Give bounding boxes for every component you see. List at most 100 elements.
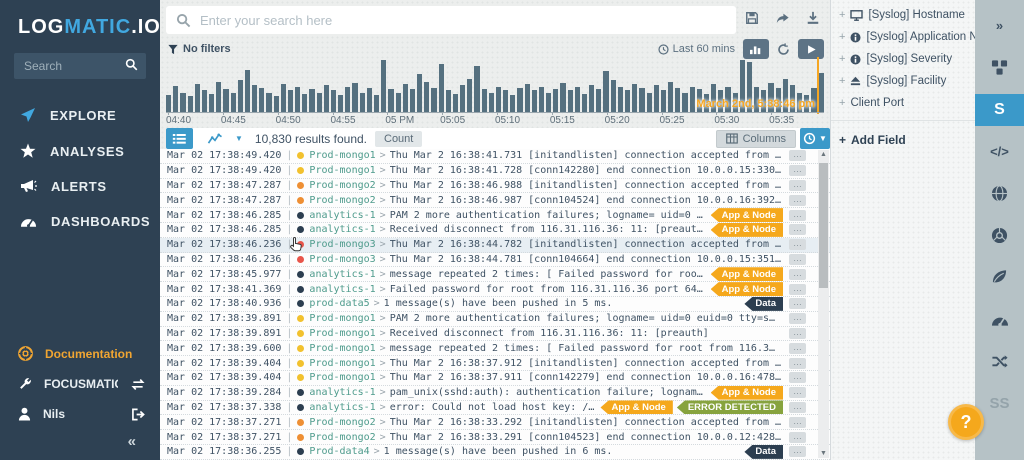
log-row[interactable]: Mar 02 17:38:46.285|analytics-1>Received… <box>160 223 830 238</box>
shuffle-icon[interactable] <box>975 344 1024 378</box>
share-icon[interactable] <box>775 11 790 25</box>
log-row[interactable]: Mar 02 17:38:47.287|Prod-mongo2>Thu Mar … <box>160 193 830 208</box>
log-row[interactable]: Mar 02 17:38:46.236|Prod-mongo3>Thu Mar … <box>160 253 830 268</box>
query-input[interactable] <box>200 13 726 28</box>
time-range-selector[interactable]: Last 60 mins <box>658 43 735 55</box>
list-view-button[interactable] <box>166 128 193 149</box>
log-source[interactable]: Prod-mongo1 <box>309 328 375 339</box>
collapse-sidebar-icon[interactable]: « <box>0 429 160 450</box>
row-more-button[interactable]: … <box>789 150 806 161</box>
log-source[interactable]: Prod-data4 <box>309 446 369 457</box>
log-row[interactable]: Mar 02 17:38:37.338|analytics-1>error: C… <box>160 401 830 416</box>
log-source[interactable]: analytics-1 <box>309 269 375 280</box>
log-source[interactable]: analytics-1 <box>309 224 375 235</box>
row-more-button[interactable]: … <box>789 372 806 383</box>
log-source[interactable]: analytics-1 <box>309 284 375 295</box>
add-field-button[interactable]: + Add Field <box>831 127 975 153</box>
log-row[interactable]: Mar 02 17:38:41.369|analytics-1>Failed p… <box>160 282 830 297</box>
log-source[interactable]: Prod-mongo3 <box>309 254 375 265</box>
field-item[interactable]: +[Syslog] Severity <box>831 48 975 70</box>
columns-button[interactable]: Columns <box>716 130 796 148</box>
scrollbar-thumb[interactable] <box>819 163 828 288</box>
sidebar-item-explore[interactable]: EXPLORE <box>0 97 160 133</box>
chart-view-button[interactable] <box>207 132 223 145</box>
syslog-source-tab[interactable]: S <box>975 94 1024 126</box>
log-tag[interactable]: App & Node <box>600 400 672 414</box>
log-source[interactable]: analytics-1 <box>309 210 375 221</box>
cubes-icon[interactable] <box>975 50 1024 84</box>
log-tag[interactable]: ERROR DETECTED <box>677 400 783 414</box>
row-more-button[interactable]: … <box>789 254 806 265</box>
log-row[interactable]: Mar 02 17:38:47.287|Prod-mongo2>Thu Mar … <box>160 179 830 194</box>
log-tag[interactable]: App & Node <box>711 386 783 400</box>
sidebar-footer-documentation[interactable]: Documentation <box>0 338 160 369</box>
log-row[interactable]: Mar 02 17:38:39.891|Prod-mongo1>Received… <box>160 327 830 342</box>
log-tag[interactable]: Data <box>744 445 783 459</box>
log-tag[interactable]: Data <box>744 297 783 311</box>
sidebar-footer-nils[interactable]: Nils <box>0 399 160 429</box>
speedometer-icon[interactable] <box>975 302 1024 336</box>
log-source[interactable]: Prod-mongo1 <box>309 313 375 324</box>
chart-type-caret[interactable]: ▼ <box>235 134 243 143</box>
log-tag[interactable]: App & Node <box>711 208 783 222</box>
log-row[interactable]: Mar 02 17:38:39.404|Prod-mongo1>Thu Mar … <box>160 371 830 386</box>
histogram-toggle-button[interactable] <box>743 39 769 59</box>
row-more-button[interactable]: … <box>789 402 806 413</box>
log-source[interactable]: prod-data5 <box>309 298 369 309</box>
row-more-button[interactable]: … <box>789 180 806 191</box>
field-item[interactable]: +[Syslog] Facility <box>831 70 975 92</box>
log-source[interactable]: Prod-mongo2 <box>309 417 375 428</box>
log-row[interactable]: Mar 02 17:38:37.271|Prod-mongo2>Thu Mar … <box>160 430 830 445</box>
expand-panel-icon[interactable]: » <box>975 8 1024 42</box>
row-more-button[interactable]: … <box>789 269 806 280</box>
row-more-button[interactable]: … <box>789 417 806 428</box>
sidebar-item-dashboards[interactable]: DASHBOARDS <box>0 204 160 239</box>
log-source[interactable]: Prod-mongo3 <box>309 239 375 250</box>
log-row[interactable]: Mar 02 17:38:36.255|Prod-data4>1 message… <box>160 445 830 460</box>
log-source[interactable]: Prod-mongo1 <box>309 372 375 383</box>
log-source[interactable]: Prod-mongo2 <box>309 180 375 191</box>
log-row[interactable]: Mar 02 17:38:49.420|Prod-mongo1>Thu Mar … <box>160 149 830 164</box>
refresh-icon[interactable] <box>777 43 790 56</box>
log-source[interactable]: analytics-1 <box>309 402 375 413</box>
row-more-button[interactable]: … <box>789 239 806 250</box>
events-histogram[interactable]: March 2nd, 5:38:46 pm <box>166 57 824 112</box>
row-more-button[interactable]: … <box>789 328 806 339</box>
log-row[interactable]: Mar 02 17:38:39.404|Prod-mongo1>Thu Mar … <box>160 356 830 371</box>
code-icon[interactable]: </> <box>975 134 1024 168</box>
count-chip[interactable]: Count <box>375 131 422 147</box>
log-tag[interactable]: App & Node <box>711 267 783 281</box>
row-more-button[interactable]: … <box>789 298 806 309</box>
log-source[interactable]: Prod-mongo1 <box>309 358 375 369</box>
log-row[interactable]: Mar 02 17:38:45.977|analytics-1>message … <box>160 267 830 282</box>
row-more-button[interactable]: … <box>789 210 806 221</box>
save-icon[interactable] <box>745 11 759 25</box>
row-more-button[interactable]: … <box>789 284 806 295</box>
log-row[interactable]: Mar 02 17:38:49.420|Prod-mongo1>Thu Mar … <box>160 164 830 179</box>
no-filters[interactable]: No filters <box>168 43 231 55</box>
log-row[interactable]: Mar 02 17:38:40.936|prod-data5>1 message… <box>160 297 830 312</box>
log-source[interactable]: Prod-mongo2 <box>309 432 375 443</box>
log-row[interactable]: Mar 02 17:38:46.236|Prod-mongo3>Thu Mar … <box>160 238 830 253</box>
row-more-button[interactable]: … <box>789 313 806 324</box>
play-button[interactable] <box>798 39 824 59</box>
row-more-button[interactable]: … <box>789 224 806 235</box>
leaf-icon[interactable] <box>975 260 1024 294</box>
log-source[interactable]: Prod-mongo2 <box>309 195 375 206</box>
log-row[interactable]: Mar 02 17:38:46.285|analytics-1>PAM 2 mo… <box>160 208 830 223</box>
row-more-button[interactable]: … <box>789 387 806 398</box>
log-source[interactable]: analytics-1 <box>309 387 375 398</box>
row-more-button[interactable]: … <box>789 432 806 443</box>
globe-icon[interactable] <box>975 176 1024 210</box>
scroll-up-icon[interactable]: ▲ <box>818 151 829 158</box>
row-more-button[interactable]: … <box>789 358 806 369</box>
help-button[interactable]: ? <box>948 404 984 440</box>
log-source[interactable]: Prod-mongo1 <box>309 150 375 161</box>
field-item[interactable]: +[Syslog] Hostname <box>831 4 975 26</box>
field-item[interactable]: +[Syslog] Application N... <box>831 26 975 48</box>
chrome-icon[interactable] <box>975 218 1024 252</box>
log-source[interactable]: Prod-mongo1 <box>309 343 375 354</box>
row-more-button[interactable]: … <box>789 343 806 354</box>
sidebar-footer-focusmatic[interactable]: FOCUSMATIC ... <box>0 369 160 399</box>
download-icon[interactable] <box>806 11 820 25</box>
